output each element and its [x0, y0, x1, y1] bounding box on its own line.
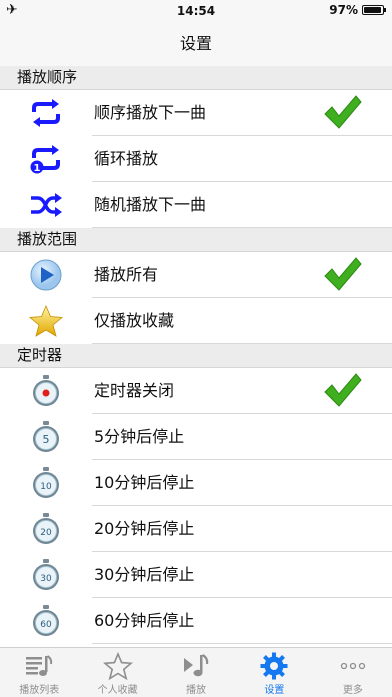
repeat-icon [28, 96, 64, 130]
tab-label: 设置 [264, 685, 285, 696]
setting-label: 5分钟后停止 [94, 427, 185, 446]
battery-percent: 97% [329, 3, 358, 17]
tab-label: 更多 [342, 685, 363, 696]
timer-60-icon: 60 [28, 604, 64, 638]
svg-text:1: 1 [34, 163, 41, 174]
tab-label: 播放 [186, 685, 207, 696]
setting-label: 20分钟后停止 [94, 519, 195, 538]
checkmark-icon [322, 370, 362, 410]
setting-label: 60分钟后停止 [94, 611, 195, 630]
row-divider [92, 343, 392, 344]
status-bar: ✈ 14:54 97% [0, 0, 392, 22]
setting-label: 仅播放收藏 [94, 311, 175, 330]
music-note-icon [181, 652, 211, 680]
setting-row[interactable]: 仅播放收藏 [0, 298, 392, 344]
setting-label: 播放所有 [94, 265, 159, 284]
timer-20-icon: 20 [28, 512, 64, 546]
setting-row[interactable]: 10 10分钟后停止 [0, 460, 392, 506]
setting-row[interactable]: 顺序播放下一曲 [0, 90, 392, 136]
timer-5-icon: 5 [28, 420, 64, 454]
svg-text:60: 60 [40, 620, 52, 630]
svg-text:10: 10 [40, 482, 52, 492]
section-header: 定时器 [0, 344, 392, 368]
row-divider [92, 643, 392, 644]
row-divider [92, 227, 392, 228]
setting-label: 30分钟后停止 [94, 565, 195, 584]
tab-star-outline[interactable]: 个人收藏 [78, 648, 156, 697]
svg-text:30: 30 [40, 574, 52, 584]
setting-row[interactable]: 随机播放下一曲 [0, 182, 392, 228]
setting-row[interactable]: 1 循环播放 [0, 136, 392, 182]
tab-label: 个人收藏 [97, 685, 138, 696]
tab-more-dots[interactable]: 更多 [314, 648, 392, 697]
play-circle-icon [28, 258, 64, 292]
setting-row[interactable]: 播放所有 [0, 252, 392, 298]
timer-off-icon [28, 374, 64, 408]
shuffle-icon [28, 188, 64, 222]
battery-status: 97% [329, 3, 386, 17]
setting-row[interactable]: 定时器关闭 [0, 368, 392, 414]
setting-label: 10分钟后停止 [94, 473, 195, 492]
setting-label: 定时器关闭 [94, 381, 175, 400]
star-outline-icon [102, 651, 133, 681]
setting-row[interactable]: 20 20分钟后停止 [0, 506, 392, 552]
more-dots-icon [338, 652, 368, 680]
playlist-icon [24, 652, 54, 680]
section-header: 播放顺序 [0, 66, 392, 90]
tab-gear[interactable]: 设置 [235, 648, 313, 697]
settings-list: 播放顺序顺序播放下一曲 1 循环播放随机播放下一曲播放范围播放所有仅播放收藏定时器定… [0, 66, 392, 644]
repeat-one-icon: 1 [28, 142, 64, 176]
setting-row[interactable]: 5 5分钟后停止 [0, 414, 392, 460]
setting-label: 顺序播放下一曲 [94, 103, 207, 122]
tab-label: 播放列表 [19, 685, 60, 696]
timer-10-icon: 10 [28, 466, 64, 500]
tab-music-note[interactable]: 播放 [157, 648, 235, 697]
checkmark-icon [322, 92, 362, 132]
setting-row[interactable]: 30 30分钟后停止 [0, 552, 392, 598]
svg-text:20: 20 [40, 528, 52, 538]
tab-bar: 播放列表 个人收藏 播放 设置 更多 [0, 647, 392, 697]
tab-playlist[interactable]: 播放列表 [0, 648, 78, 697]
svg-text:5: 5 [43, 433, 50, 446]
setting-row[interactable]: 60 60分钟后停止 [0, 598, 392, 644]
setting-label: 循环播放 [94, 149, 159, 168]
page-title: 设置 [179, 34, 212, 53]
battery-icon [362, 5, 386, 15]
setting-label: 随机播放下一曲 [94, 195, 207, 214]
gear-icon [259, 652, 289, 680]
navigation-bar: 设置 [0, 22, 392, 67]
timer-30-icon: 30 [28, 558, 64, 592]
section-header: 播放范围 [0, 228, 392, 252]
star-icon [28, 304, 64, 338]
checkmark-icon [322, 254, 362, 294]
